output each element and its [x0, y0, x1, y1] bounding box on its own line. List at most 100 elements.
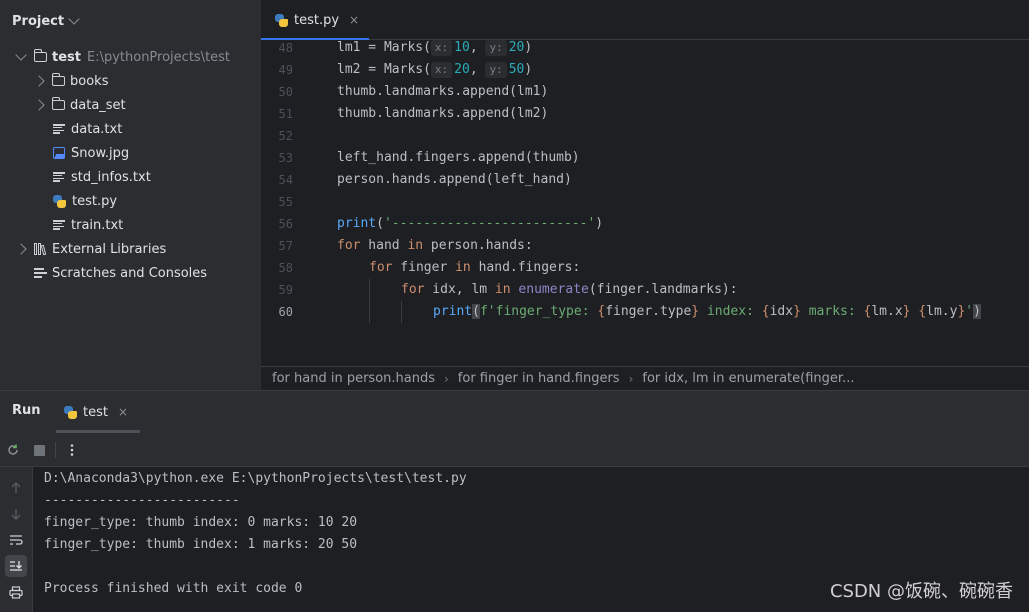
line-number: 54	[278, 173, 293, 187]
tree-item-data-txt[interactable]: data.txt	[53, 118, 122, 140]
run-side-toolbar	[0, 467, 33, 612]
code-line-54: person.hands.append(left_hand)	[337, 172, 572, 187]
breadcrumb: for hand in person.hands › for finger in…	[261, 366, 1029, 390]
python-file-icon	[275, 13, 288, 27]
python-file-icon	[53, 194, 66, 208]
tree-item-label: test.py	[72, 193, 118, 209]
tree-item-snow-jpg[interactable]: Snow.jpg	[53, 142, 129, 164]
printer-icon	[9, 585, 23, 599]
chevron-down-icon[interactable]	[14, 46, 28, 68]
image-file-icon	[53, 147, 65, 159]
breadcrumb-item[interactable]: for idx, lm in enumerate(finger...	[642, 371, 854, 386]
run-tab-test[interactable]: test ×	[56, 391, 140, 433]
chevron-right-icon[interactable]	[32, 70, 46, 92]
tree-item-data-set[interactable]: data_set	[32, 94, 126, 116]
scroll-down-button[interactable]	[5, 503, 27, 525]
tree-item-label: Scratches and Consoles	[52, 265, 208, 281]
chevron-right-icon[interactable]	[14, 238, 28, 260]
run-tab-label: test	[83, 404, 108, 420]
project-title: Project	[12, 13, 65, 29]
line-number: 50	[278, 85, 293, 99]
code-line-53: left_hand.fingers.append(thumb)	[337, 150, 580, 165]
line-number-gutter: 48 49 50 51 52 53 54 55 56 57 58 59 60	[261, 40, 321, 365]
text-file-icon	[53, 171, 65, 183]
console-line: D:\Anaconda3\python.exe E:\pythonProject…	[44, 471, 467, 486]
more-options-button[interactable]	[61, 439, 83, 461]
text-file-icon	[53, 123, 65, 135]
code-line-51: thumb.landmarks.append(lm2)	[337, 106, 549, 121]
tree-item-label: train.txt	[71, 217, 124, 233]
scroll-to-end-icon	[10, 561, 22, 571]
arrow-down-icon	[11, 509, 21, 520]
tree-item-label: data_set	[70, 97, 126, 113]
param-hint-y: y:	[485, 40, 507, 56]
breadcrumb-item[interactable]: for hand in person.hands	[272, 371, 435, 386]
param-hint-x: x:	[430, 62, 453, 78]
run-toolbar	[0, 433, 1029, 467]
line-number: 53	[278, 151, 293, 165]
editor-tab-label: test.py	[294, 12, 340, 28]
folder-icon	[51, 73, 65, 86]
line-number: 58	[278, 261, 293, 275]
line-number: 49	[278, 63, 293, 77]
code-line-48: lm1 = Marks(x: 10, y: 20)	[337, 40, 533, 56]
line-number: 57	[278, 239, 293, 253]
chevron-right-icon[interactable]	[32, 94, 46, 116]
project-panel: Project test E:\pythonProjects\test book…	[0, 0, 261, 390]
tree-root-name: test	[52, 49, 81, 65]
line-number: 52	[278, 129, 293, 143]
tree-item-books[interactable]: books	[32, 70, 108, 92]
stop-button[interactable]	[28, 439, 50, 461]
rerun-icon	[8, 444, 18, 455]
line-number-current: 60	[278, 305, 293, 319]
watermark: CSDN @饭碗、碗碗香	[829, 581, 1013, 602]
run-title: Run	[12, 403, 41, 418]
line-number: 55	[278, 195, 293, 209]
param-hint-x: x:	[430, 40, 453, 56]
param-hint-y: y:	[485, 62, 507, 78]
tree-item-train-txt[interactable]: train.txt	[53, 214, 123, 236]
line-number: 56	[278, 217, 293, 231]
python-file-icon	[64, 405, 77, 419]
stop-icon	[33, 444, 45, 456]
code-line-49: lm2 = Marks(x: 20, y: 50)	[337, 62, 533, 78]
tree-item-scratches[interactable]: Scratches and Consoles	[34, 262, 207, 284]
more-vertical-icon	[70, 444, 74, 456]
tree-item-label: data.txt	[71, 121, 123, 137]
tree-item-label: std_infos.txt	[71, 169, 151, 185]
print-button[interactable]	[5, 581, 27, 603]
scroll-up-button[interactable]	[5, 477, 27, 499]
scroll-to-end-button[interactable]	[5, 555, 27, 577]
toolbar-divider	[55, 442, 56, 458]
breadcrumb-item[interactable]: for finger in hand.fingers	[458, 371, 620, 386]
soft-wrap-button[interactable]	[5, 529, 27, 551]
close-icon[interactable]: ×	[349, 13, 359, 27]
run-tool-window: Run test × D:\Anaconda3\python.exe E:\py…	[0, 390, 1029, 612]
console-line: Process finished with exit code 0	[44, 581, 303, 596]
project-view-selector[interactable]: Project	[12, 12, 80, 30]
line-number: 51	[278, 107, 293, 121]
text-file-icon	[53, 219, 65, 231]
code-line-56: print('-------------------------')	[337, 216, 604, 231]
editor-tab-bar: test.py ×	[261, 0, 1029, 41]
scratches-icon	[34, 267, 47, 279]
folder-icon	[51, 97, 65, 110]
tree-root-test[interactable]: test E:\pythonProjects\test	[14, 46, 230, 68]
line-number: 59	[278, 283, 293, 297]
tree-item-external-libraries[interactable]: External Libraries	[14, 238, 166, 260]
rerun-button[interactable]	[2, 439, 24, 461]
code-editor[interactable]: lm1 = Marks(x: 10, y: 20) lm2 = Marks(x: 20…	[321, 40, 1029, 365]
folder-icon	[33, 49, 47, 62]
chevron-right-icon: ›	[628, 371, 634, 386]
close-icon[interactable]: ×	[118, 405, 128, 419]
tree-item-test-py[interactable]: test.py	[53, 190, 117, 212]
editor-tab-test-py[interactable]: test.py ×	[261, 0, 369, 41]
soft-wrap-icon	[10, 535, 23, 545]
code-line-50: thumb.landmarks.append(lm1)	[337, 84, 549, 99]
indent-guide	[401, 301, 402, 323]
console-line: -------------------------	[44, 493, 240, 508]
tree-item-std-infos-txt[interactable]: std_infos.txt	[53, 166, 151, 188]
code-line-59: for idx, lm in enumerate(finger.landmark…	[401, 282, 738, 297]
console-line: finger_type: thumb index: 1 marks: 20 50	[44, 537, 358, 552]
chevron-down-icon	[68, 13, 80, 25]
